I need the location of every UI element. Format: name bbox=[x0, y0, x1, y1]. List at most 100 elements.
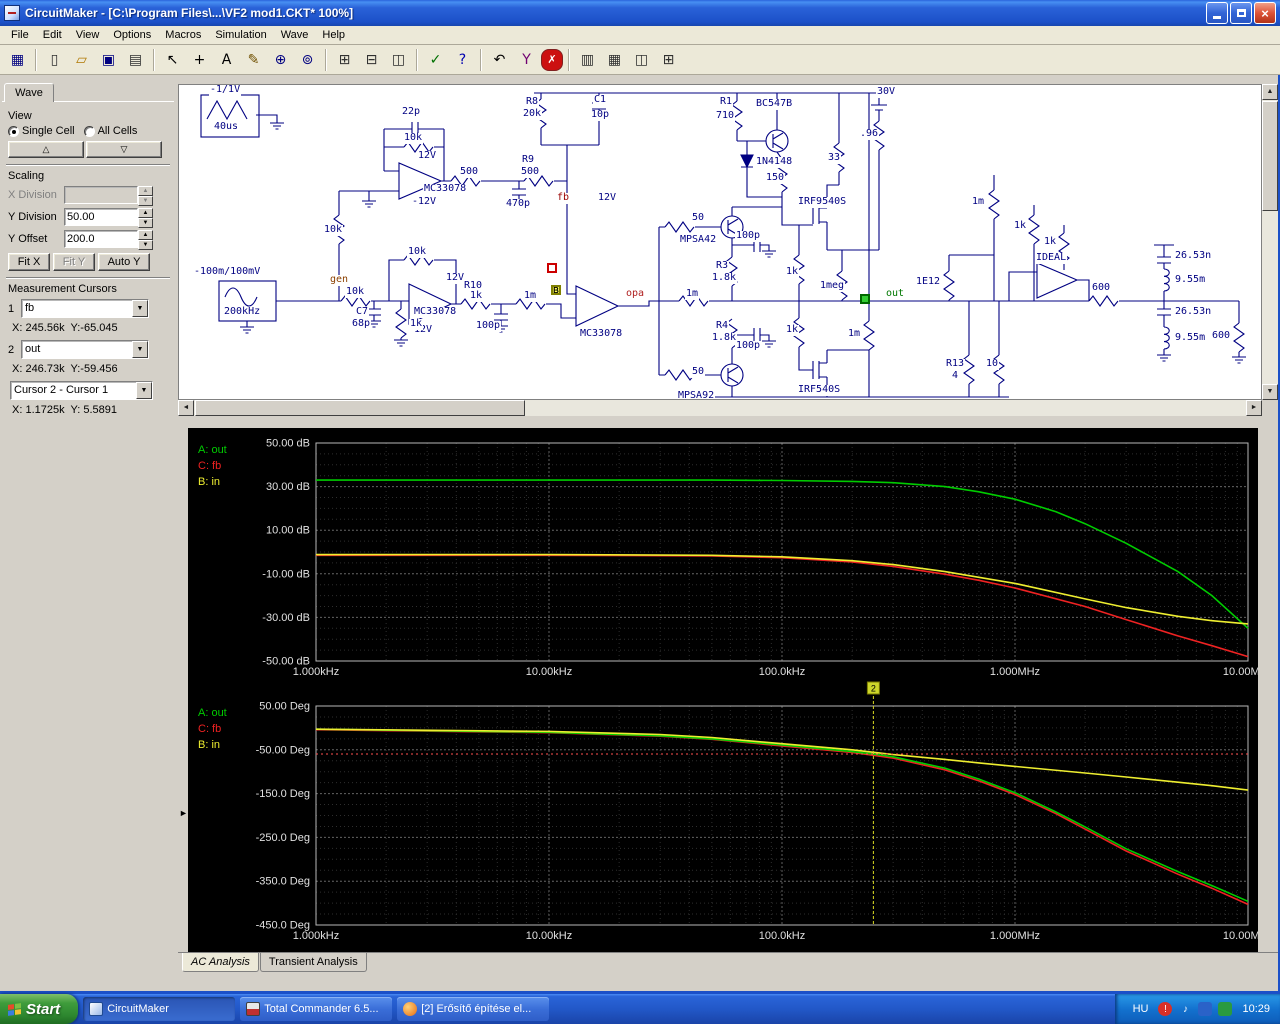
toolbar-separator bbox=[480, 49, 482, 71]
toolbar-stop-simulation-button[interactable]: ✗ bbox=[541, 49, 563, 71]
schematic-label: R1 bbox=[719, 97, 733, 108]
schematic-label: 20k bbox=[522, 109, 542, 120]
menu-wave[interactable]: Wave bbox=[274, 27, 316, 43]
vertical-scroll-thumb[interactable] bbox=[1262, 101, 1278, 211]
network-icon[interactable] bbox=[1198, 1002, 1212, 1016]
svg-text:50.00 dB: 50.00 dB bbox=[266, 438, 310, 450]
toolbar-node-view-button[interactable]: ⊟ bbox=[359, 48, 384, 72]
menu-help[interactable]: Help bbox=[315, 27, 352, 43]
toolbar-text-tool-button[interactable]: A bbox=[214, 48, 239, 72]
messenger-icon[interactable] bbox=[1218, 1002, 1232, 1016]
toolbar-probe-y-button[interactable]: Y bbox=[514, 48, 539, 72]
restore-button[interactable] bbox=[1230, 2, 1252, 24]
toolbar-open-file-button[interactable]: ▱ bbox=[69, 48, 94, 72]
single-cell-radio[interactable] bbox=[8, 126, 19, 137]
schematic-label: 1meg bbox=[819, 281, 845, 292]
system-tray: HU ! ♪ 10:29 bbox=[1115, 994, 1280, 1024]
scroll-left-arrow[interactable]: ◄ bbox=[178, 400, 194, 416]
schematic-label: 600 bbox=[1211, 331, 1231, 342]
scroll-right-arrow[interactable]: ► bbox=[1246, 400, 1262, 416]
panel-splitter-handle[interactable]: ► bbox=[179, 806, 188, 820]
volume-icon[interactable]: ♪ bbox=[1178, 1002, 1192, 1016]
toolbar-separator bbox=[35, 49, 37, 71]
y-offset-stepper[interactable]: ▲▼ bbox=[138, 230, 153, 248]
toolbar-waveform-2-button[interactable]: ◫ bbox=[629, 48, 654, 72]
svg-text:C: fb: C: fb bbox=[198, 723, 221, 735]
fit-y-button[interactable]: Fit Y bbox=[53, 253, 95, 271]
chevron-down-icon[interactable]: ▼ bbox=[136, 382, 152, 399]
schematic-horizontal-scrollbar[interactable]: ◄ ► bbox=[178, 400, 1262, 416]
tab-transient-analysis[interactable]: Transient Analysis bbox=[260, 953, 367, 972]
schematic-label: 9.55m bbox=[1174, 275, 1206, 286]
taskbar-item-total-commander[interactable]: Total Commander 6.5... bbox=[240, 997, 392, 1021]
svg-text:10.00MHz: 10.00MHz bbox=[1223, 666, 1258, 678]
menu-macros[interactable]: Macros bbox=[158, 27, 208, 43]
waveform-plot-area[interactable]: 50.00 dB30.00 dB10.00 dB-10.00 dB-30.00 … bbox=[188, 428, 1258, 952]
cursor2-signal-value: out bbox=[22, 341, 132, 358]
svg-text:10.00MHz: 10.00MHz bbox=[1223, 930, 1258, 942]
toolbar-split-horizontal-button[interactable]: ▥ bbox=[575, 48, 600, 72]
svg-text:1.000MHz: 1.000MHz bbox=[990, 666, 1040, 678]
auto-y-button[interactable]: Auto Y bbox=[98, 253, 150, 271]
taskbar-item-circuitmaker[interactable]: CircuitMaker bbox=[83, 997, 235, 1021]
schematic-label: MPSA42 bbox=[679, 235, 717, 246]
toolbar-edit-tool-button[interactable]: ✎ bbox=[241, 48, 266, 72]
taskbar-item-browser[interactable]: [2] Erősítő építése el... bbox=[397, 997, 549, 1021]
menu-edit[interactable]: Edit bbox=[36, 27, 69, 43]
toolbar-pan-view-button[interactable]: ◫ bbox=[386, 48, 411, 72]
toolbar-print-button[interactable]: ▤ bbox=[123, 48, 148, 72]
security-alert-icon[interactable]: ! bbox=[1158, 1002, 1172, 1016]
schematic-label: -12V bbox=[411, 197, 437, 208]
toolbar-separator bbox=[153, 49, 155, 71]
schematic-label: MPSA92 bbox=[677, 391, 715, 400]
schematic-vertical-scrollbar[interactable]: ▲ ▼ bbox=[1262, 84, 1278, 400]
toolbar-new-document-button[interactable]: ▯ bbox=[42, 48, 67, 72]
toolbar-waveform-3-button[interactable]: ⊞ bbox=[656, 48, 681, 72]
x-division-stepper: ▲▼ bbox=[138, 186, 153, 204]
horizontal-scroll-thumb[interactable] bbox=[195, 400, 525, 416]
wave-down-button[interactable]: ▽ bbox=[86, 141, 162, 158]
menu-file[interactable]: File bbox=[4, 27, 36, 43]
menu-options[interactable]: Options bbox=[106, 27, 158, 43]
toolbar-undo-button[interactable]: ↶ bbox=[487, 48, 512, 72]
toolbar-add-component-button[interactable]: + bbox=[187, 48, 212, 72]
y-division-input[interactable] bbox=[64, 208, 138, 226]
y-offset-input[interactable] bbox=[64, 230, 138, 248]
svg-text:-250.0 Deg: -250.0 Deg bbox=[256, 832, 310, 844]
menu-view[interactable]: View bbox=[69, 27, 107, 43]
all-cells-radio[interactable] bbox=[84, 126, 95, 137]
scroll-up-arrow[interactable]: ▲ bbox=[1262, 84, 1278, 100]
wave-up-button[interactable]: △ bbox=[8, 141, 84, 158]
schematic-label: 600 bbox=[1091, 283, 1111, 294]
toolbar-search-tool-button[interactable]: ⊚ bbox=[295, 48, 320, 72]
cursor1-signal-select[interactable]: fb ▼ bbox=[21, 299, 149, 318]
ac-analysis-plots[interactable]: 50.00 dB30.00 dB10.00 dB-10.00 dB-30.00 … bbox=[188, 428, 1258, 952]
minimize-button[interactable] bbox=[1206, 2, 1228, 24]
schematic-canvas[interactable]: -1/1V40us22p10k12VMC33078-12V500R820kC11… bbox=[178, 84, 1262, 400]
language-indicator[interactable]: HU bbox=[1129, 1003, 1153, 1015]
clock: 10:29 bbox=[1242, 1003, 1270, 1015]
cursor-diff-select[interactable]: Cursor 2 - Cursor 1 ▼ bbox=[10, 381, 153, 400]
toolbar-waveform-1-button[interactable]: ▦ bbox=[602, 48, 627, 72]
toolbar-wave-window-button[interactable]: ▦ bbox=[5, 48, 30, 72]
start-button[interactable]: Start bbox=[0, 994, 78, 1024]
schematic-label: 9.55m bbox=[1174, 333, 1206, 344]
toolbar-help-button[interactable]: ? bbox=[450, 48, 475, 72]
toolbar-select-tool-button[interactable]: ↖ bbox=[160, 48, 185, 72]
toolbar-check-run-button[interactable]: ✓ bbox=[423, 48, 448, 72]
chevron-down-icon[interactable]: ▼ bbox=[132, 300, 148, 317]
toolbar-zoom-tool-button[interactable]: ⊕ bbox=[268, 48, 293, 72]
cursor2-signal-select[interactable]: out ▼ bbox=[21, 340, 149, 359]
chevron-down-icon[interactable]: ▼ bbox=[132, 341, 148, 358]
svg-text:100.0kHz: 100.0kHz bbox=[759, 666, 805, 678]
view-section-label: View bbox=[8, 110, 168, 122]
tab-wave[interactable]: Wave bbox=[4, 83, 54, 102]
toolbar-save-file-button[interactable]: ▣ bbox=[96, 48, 121, 72]
toolbar-sheet-view-button[interactable]: ⊞ bbox=[332, 48, 357, 72]
close-button[interactable]: × bbox=[1254, 2, 1276, 24]
y-division-stepper[interactable]: ▲▼ bbox=[138, 208, 153, 226]
scroll-down-arrow[interactable]: ▼ bbox=[1262, 384, 1278, 400]
fit-x-button[interactable]: Fit X bbox=[8, 253, 50, 271]
tab-ac-analysis[interactable]: AC Analysis bbox=[182, 953, 259, 972]
menu-simulation[interactable]: Simulation bbox=[208, 27, 273, 43]
